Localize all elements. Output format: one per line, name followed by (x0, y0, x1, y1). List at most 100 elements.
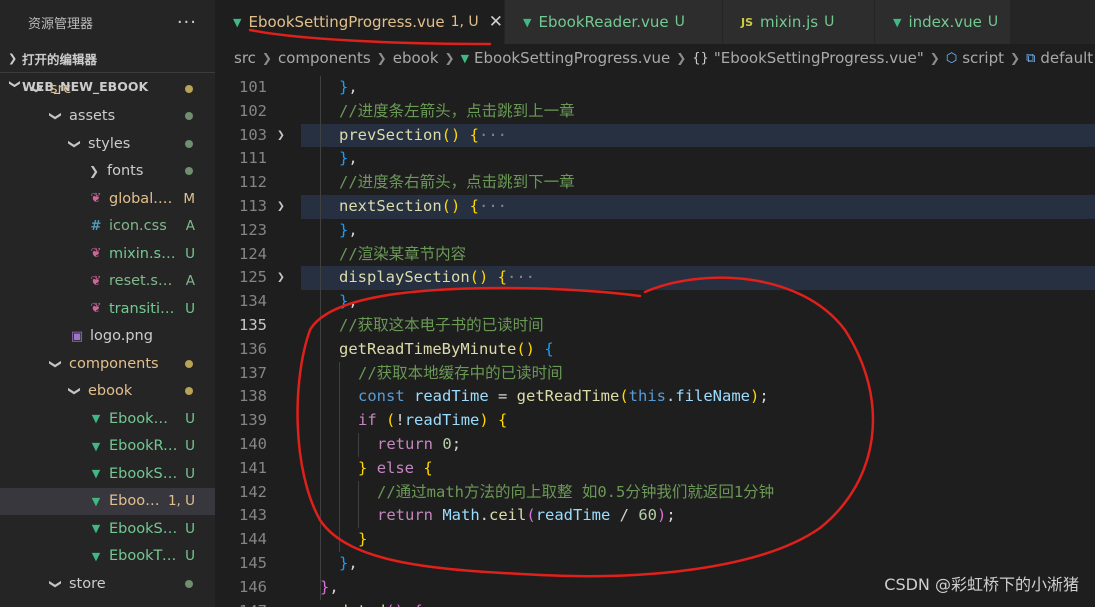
more-actions-icon[interactable]: ··· (177, 12, 197, 33)
tab-ebookreader-vue[interactable]: ▼ EbookReader.vue U (505, 0, 723, 44)
tree-item-label: components (69, 355, 159, 372)
tree-item[interactable]: ❦ global.scss M (0, 185, 215, 212)
code-line[interactable]: 101}, (215, 76, 1095, 100)
tree-item[interactable]: ❦ transition.scss U (0, 295, 215, 322)
indent-guide (358, 433, 359, 457)
code-line[interactable]: 124 //渲染某章节内容 (215, 243, 1095, 267)
line-number: 125 (239, 268, 267, 287)
code-line[interactable]: 102 //进度条左箭头，点击跳到上一章 (215, 100, 1095, 124)
code-line[interactable]: 111}, (215, 147, 1095, 171)
code-line[interactable]: 139 if (!readTime) { (215, 409, 1095, 433)
tree-item[interactable]: ❦ mixin.scss U (0, 240, 215, 267)
line-number: 112 (239, 173, 267, 192)
code-token: { (469, 197, 480, 215)
code-token: } (358, 458, 368, 477)
line-number: 136 (239, 339, 267, 358)
chevron-right-icon: ❯ (376, 51, 387, 65)
code-token: prevSection (339, 125, 442, 144)
tab-mixin-js[interactable]: JS mixin.js U (723, 0, 875, 44)
tab-label: EbookSettingProgress.vue (248, 13, 445, 31)
code-line[interactable]: 112 //进度条右箭头，点击跳到下一章 (215, 171, 1095, 195)
breadcrumb-item[interactable]: default (1040, 49, 1093, 67)
code-line[interactable]: 123}, (215, 219, 1095, 243)
code-content: }, (339, 219, 358, 243)
code-content: const readTime = getReadTime(this.fileNa… (358, 385, 769, 409)
tree-item[interactable]: ❦ reset.scss A (0, 268, 215, 295)
line-number: 113 (239, 197, 267, 215)
tree-item[interactable]: ❯ components (0, 350, 215, 377)
code-token: () (385, 602, 404, 607)
code-line[interactable]: 140 return 0; (215, 433, 1095, 457)
code-line[interactable]: 136 getReadTimeByMinute() { (215, 338, 1095, 362)
breadcrumb-item[interactable]: src (234, 49, 256, 67)
code-line[interactable]: 144} (215, 528, 1095, 552)
tree-item[interactable]: ▼ EbookReade... U (0, 433, 215, 460)
code-token: //进度条右箭头，点击跳到下一章 (339, 173, 575, 192)
code-token: { (423, 458, 433, 477)
code-line[interactable]: 103 ❯ prevSection() {··· (239, 123, 1095, 148)
code-content: } (358, 528, 367, 552)
code-token: ··· (479, 125, 508, 144)
code-line[interactable]: 147 updated() { (215, 600, 1095, 607)
fold-chevron-icon[interactable]: ❯ (277, 266, 285, 290)
code-token: ··· (507, 268, 536, 287)
code-line[interactable]: 125 ❯ displaySection() {··· (239, 266, 1095, 291)
status-dot (185, 139, 193, 148)
code-line[interactable]: 137 //获取本地缓存中的已读时间 (215, 362, 1095, 386)
tree-item[interactable]: ▼ EbookSettin... U (0, 515, 215, 542)
vue-icon: ▼ (233, 15, 242, 29)
vue-file-icon: ▼ (91, 549, 101, 563)
indent-guide (339, 361, 340, 552)
tab-ebooksettingprogress-vue[interactable]: ▼ EbookSettingProgress.vue 1, U ✕ (215, 0, 505, 44)
code-line[interactable]: 141} else { (215, 457, 1095, 481)
tree-item[interactable]: ❯ assets (0, 103, 215, 130)
tree-item[interactable]: ▣ logo.png (0, 323, 215, 350)
code-token: updated (320, 602, 385, 607)
code-line[interactable]: 113 ❯ nextSection() {··· (239, 195, 1095, 219)
line-number: 144 (239, 530, 267, 549)
tree-item[interactable]: ❯ store (0, 570, 215, 597)
tree-item[interactable]: ❯ fonts (0, 158, 215, 185)
breadcrumb-item[interactable]: EbookSettingProgress.vue (474, 49, 670, 67)
code-content: //获取这本电子书的已读时间 (339, 314, 544, 338)
line-number: 101 (239, 78, 267, 96)
code-line[interactable]: 143 return Math.ceil(readTime / 60); (215, 504, 1095, 528)
tree-item[interactable]: ▼ EbookSetti... 1, U (0, 487, 215, 515)
code-line[interactable]: 135 //获取这本电子书的已读时间 (215, 314, 1095, 338)
tree-item[interactable]: ❯ styles (0, 130, 215, 157)
git-status-badge: A (185, 273, 195, 289)
code-line[interactable]: 142 //通过math方法的向上取整 如0.5分钟我们就返回1分钟 (215, 481, 1095, 505)
code-editor[interactable]: 101}, 102//进度条左箭头，点击跳到上一章 103 ❯ prevSection(… (215, 72, 1095, 607)
breadcrumb-item[interactable]: script (962, 49, 1004, 67)
tree-item[interactable]: ▼ EbookSettin... U (0, 460, 215, 487)
code-token: } (320, 577, 330, 596)
code-token: //通过math方法的向上取整 如0.5分钟我们就返回1分钟 (377, 482, 775, 501)
code-content: displaySection() {··· (339, 266, 535, 290)
code-token: , (329, 577, 339, 596)
tree-item-label: icon.css (109, 218, 167, 234)
fold-chevron-icon[interactable]: ❯ (277, 195, 285, 219)
sass-file-icon: ❦ (90, 273, 102, 289)
breadcrumb-item[interactable]: "EbookSettingProgress.vue" (714, 49, 924, 67)
code-token: ; (666, 506, 676, 525)
git-status-badge: U (185, 548, 195, 564)
tree-item[interactable]: # icon.css A (0, 213, 215, 240)
breadcrumb-item[interactable]: ebook (393, 49, 439, 67)
tree-item-label: EbookSetti... (109, 493, 162, 509)
tree-item[interactable]: ▼ EbookMenu.... U (0, 405, 215, 432)
fold-chevron-icon[interactable]: ❯ (277, 124, 285, 148)
close-icon[interactable]: ✕ (489, 12, 503, 32)
code-token: / (610, 506, 639, 525)
breadcrumb-item[interactable]: components (278, 49, 371, 67)
tab-index-vue[interactable]: ▼ index.vue U (875, 0, 1011, 44)
code-token: Math (442, 506, 480, 525)
open-editors-section[interactable]: ❯ 打开的编辑器 (0, 44, 215, 72)
tree-item[interactable]: ❯ ebook (0, 378, 215, 405)
tree-item[interactable]: ❯ src (0, 75, 215, 102)
code-line[interactable]: 134}, (215, 290, 1095, 314)
tree-item[interactable]: ▼ EbookTitle.v... U (0, 543, 215, 570)
code-line[interactable]: 138 const readTime = getReadTime(this.fil… (215, 385, 1095, 409)
